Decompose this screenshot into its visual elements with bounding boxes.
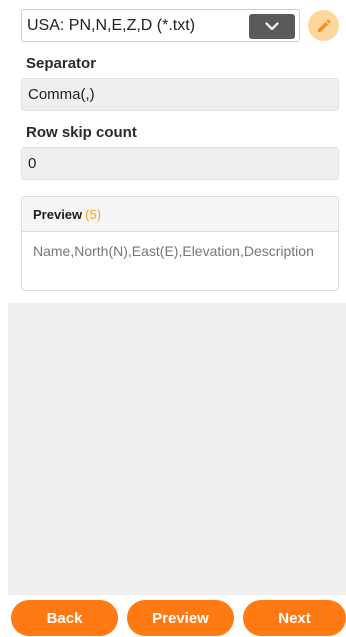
- preview-title: Preview: [33, 207, 83, 222]
- preview-count: (5): [85, 207, 102, 222]
- format-row: USA: PN,N,E,Z,D (*.txt): [21, 9, 339, 42]
- row-skip-value: 0: [28, 155, 37, 172]
- separator-label: Separator: [26, 55, 97, 72]
- pencil-icon: [317, 19, 330, 32]
- back-button[interactable]: Back: [11, 600, 118, 636]
- empty-area: [8, 303, 346, 595]
- preview-card: Preview (5) Name,North(N),East(E),Elevati…: [21, 196, 339, 291]
- row-skip-field[interactable]: 0: [21, 147, 339, 180]
- format-select[interactable]: USA: PN,N,E,Z,D (*.txt): [21, 9, 300, 42]
- format-dropdown-button[interactable]: [249, 14, 295, 39]
- preview-header: Preview (5): [22, 197, 338, 232]
- preview-button[interactable]: Preview: [127, 600, 234, 636]
- separator-field[interactable]: Comma(,): [21, 78, 339, 111]
- edit-format-button[interactable]: [308, 10, 339, 41]
- chevron-down-icon: [265, 22, 279, 31]
- preview-content: Name,North(N),East(E),Elevation,Descript…: [33, 243, 314, 259]
- format-selected-value: USA: PN,N,E,Z,D (*.txt): [27, 17, 196, 34]
- bottom-action-bar: Back Preview Next: [0, 600, 346, 637]
- import-format-screen: USA: PN,N,E,Z,D (*.txt) Separator Comma(…: [0, 0, 346, 637]
- next-button[interactable]: Next: [243, 600, 346, 636]
- row-skip-label: Row skip count: [26, 124, 137, 141]
- separator-value: Comma(,): [28, 86, 95, 103]
